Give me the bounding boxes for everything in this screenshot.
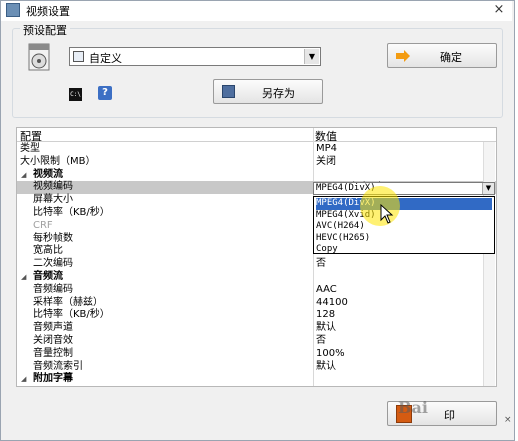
table-row[interactable]: 类型 MP4 <box>17 143 496 156</box>
title-bar <box>1 1 512 21</box>
setting-name: CRF <box>33 219 53 231</box>
save-as-button-label: 另存为 <box>262 87 295 100</box>
setting-name: 大小限制（MB） <box>20 155 96 167</box>
ok-button[interactable]: 确定 <box>387 43 497 68</box>
setting-value: 关闭 <box>316 155 336 167</box>
arrow-right-icon <box>396 50 410 62</box>
collapse-icon[interactable]: ◢ <box>21 271 26 283</box>
help-icon[interactable]: ? <box>98 86 112 100</box>
setting-name: 屏幕大小 <box>33 194 73 206</box>
setting-name: 每秒帧数 <box>33 232 73 244</box>
ok-button-label: 确定 <box>440 51 462 64</box>
print-button-label: 印 <box>444 409 455 422</box>
section-row[interactable]: ◢ 音频流 <box>17 271 496 284</box>
watermark: Bai <box>398 398 428 417</box>
setting-name: 音量控制 <box>33 347 73 359</box>
section-row[interactable]: ◢ 视频流 <box>17 168 496 182</box>
column-header-name: 配置 <box>20 130 42 143</box>
setting-name: 采样率（赫兹） <box>33 296 103 308</box>
table-row[interactable]: 音量控制 100% <box>17 347 496 361</box>
video-file-icon <box>28 43 50 71</box>
save-as-button[interactable]: 另存为 <box>213 79 323 104</box>
mouse-cursor-icon <box>380 204 394 224</box>
setting-value: AAC <box>316 283 337 295</box>
codec-option[interactable]: AVC(H264) <box>316 221 492 233</box>
section-row[interactable]: ◢ 附加字幕 <box>17 373 496 386</box>
codec-option[interactable]: MPEG4(DivX) <box>316 198 492 210</box>
preset-group-title: 预设配置 <box>20 22 70 38</box>
codec-option[interactable]: MPEG4(Xvid) <box>316 210 492 222</box>
table-row[interactable]: 二次编码 否 <box>17 258 496 271</box>
section-label: 音频流 <box>33 271 63 282</box>
table-row[interactable]: 音频编码 AAC <box>17 283 496 297</box>
chevron-down-icon[interactable]: ▼ <box>304 49 319 64</box>
setting-name: 宽高比 <box>33 245 63 257</box>
section-label: 附加字幕 <box>33 373 73 385</box>
collapse-icon[interactable]: ◢ <box>21 169 26 181</box>
video-codec-options[interactable]: MPEG4(DivX) MPEG4(Xvid) AVC(H264) HEVC(H… <box>313 196 495 254</box>
table-row[interactable]: 比特率（KB/秒） 128 <box>17 309 496 322</box>
preset-select[interactable]: 自定义 ▼ <box>69 47 321 66</box>
table-row[interactable]: 音频流索引 默认 <box>17 360 496 374</box>
setting-name: 类型 <box>20 143 40 154</box>
setting-value: 否 <box>316 335 326 346</box>
setting-name: 关闭音效 <box>33 335 73 346</box>
codec-option[interactable]: HEVC(H265) <box>316 233 492 245</box>
setting-value: MP4 <box>316 143 338 154</box>
section-label: 视频流 <box>33 168 63 180</box>
preset-icon <box>73 51 84 62</box>
setting-name: 音频流索引 <box>33 360 83 372</box>
collapse-icon[interactable]: ◢ <box>21 373 26 385</box>
table-row[interactable]: 关闭音效 否 <box>17 335 496 348</box>
app-icon <box>6 3 20 17</box>
setting-value: 默认 <box>316 322 336 334</box>
close-button[interactable]: × <box>490 2 508 18</box>
table-row[interactable]: 采样率（赫兹） 44100 <box>17 296 496 310</box>
table-row[interactable]: 大小限制（MB） 关闭 <box>17 155 496 169</box>
settings-table: 配置 数值 类型 MP4 大小限制（MB） 关闭 ◢ 视频流视频编码 MPEG4(DivX)… <box>16 127 497 387</box>
preset-group <box>12 28 503 118</box>
preset-select-value: 自定义 <box>89 52 122 65</box>
setting-value: 默认 <box>316 360 336 372</box>
setting-name: 比特率（KB/秒） <box>33 207 110 218</box>
table-scrollbar[interactable] <box>483 142 495 386</box>
setting-name: 比特率（KB/秒） <box>33 309 110 321</box>
setting-value: 100% <box>316 347 345 359</box>
chevron-down-icon[interactable]: ▼ <box>482 183 494 194</box>
window-title: 视频设置 <box>26 5 70 18</box>
setting-name: 二次编码 <box>33 258 73 270</box>
column-header-value: 数值 <box>315 130 337 143</box>
table-row[interactable]: 音频声道 默认 <box>17 322 496 335</box>
setting-value: 128 <box>316 309 336 321</box>
setting-value: 44100 <box>316 296 348 308</box>
setting-name: 视频编码 <box>33 181 73 193</box>
edge-close-mark: × <box>504 415 512 425</box>
setting-value: 否 <box>316 258 326 270</box>
command-prompt-icon[interactable]: C:\ <box>69 88 82 101</box>
setting-name: 音频编码 <box>33 283 73 295</box>
disk-icon <box>222 85 235 98</box>
setting-name: 音频声道 <box>33 322 73 334</box>
video-codec-select[interactable]: MPEG4(DivX) ▼ <box>313 182 495 195</box>
table-header: 配置 数值 <box>17 128 496 143</box>
codec-option[interactable]: Copy <box>316 244 492 256</box>
